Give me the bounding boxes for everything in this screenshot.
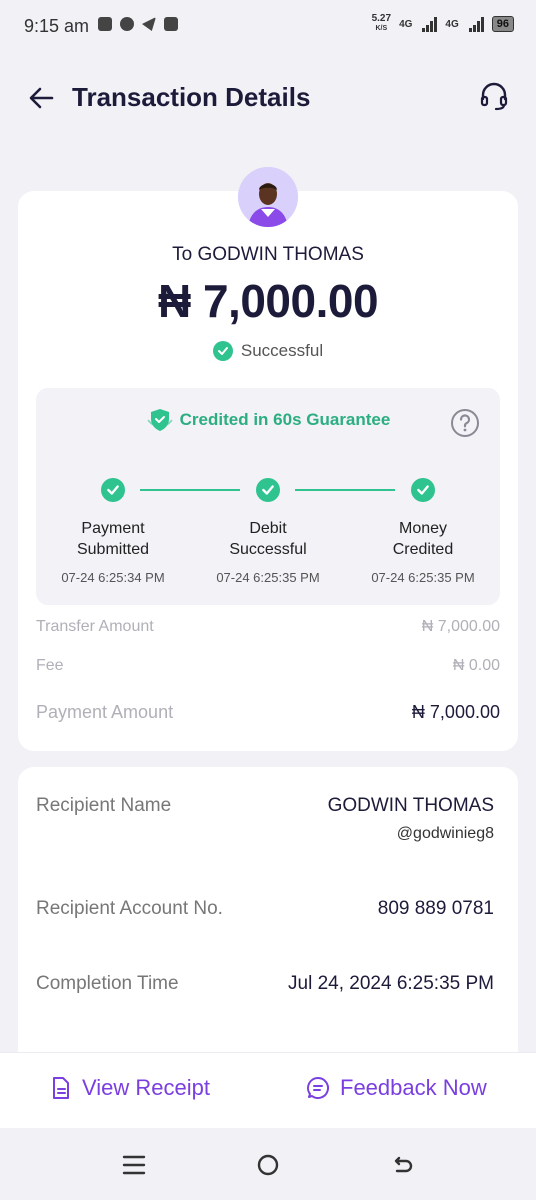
guarantee-title: Credited in 60s Guarantee bbox=[36, 408, 500, 432]
telegram-notification-icon bbox=[142, 17, 156, 31]
recipient-title: To GODWIN THOMAS bbox=[172, 244, 364, 265]
network-type-1: 4G bbox=[399, 18, 413, 30]
payment-amount-label: Payment Amount bbox=[36, 702, 174, 722]
completion-time-value: Jul 24, 2024 6:25:35 PM bbox=[288, 973, 494, 994]
signal-icon-2 bbox=[468, 16, 484, 32]
account-number-label: Recipient Account No. bbox=[36, 898, 223, 919]
chat-notification-icon bbox=[120, 17, 134, 31]
feedback-now-label: Feedback Now bbox=[340, 1075, 487, 1100]
completion-time-label: Completion Time bbox=[36, 973, 179, 994]
account-number-value: 809 889 0781 bbox=[377, 898, 494, 919]
step-3-check-icon bbox=[411, 478, 435, 502]
recipient-name-label: Recipient Name bbox=[36, 795, 172, 816]
shield-check-icon bbox=[147, 409, 173, 431]
progress-line-2 bbox=[295, 489, 395, 491]
fee-row: Fee ₦ 0.00 bbox=[36, 657, 500, 675]
signal-icon bbox=[422, 16, 438, 32]
payment-amount-value: ₦ 7,000.00 bbox=[411, 702, 500, 722]
page-title: Transaction Details bbox=[72, 82, 311, 112]
transfer-amount-row: Transfer Amount ₦ 7,000.00 bbox=[36, 618, 500, 636]
step-3-time: 07-24 6:25:35 PM bbox=[371, 570, 475, 585]
step-2-time: 07-24 6:25:35 PM bbox=[216, 570, 320, 585]
transfer-amount-label: Transfer Amount bbox=[36, 618, 154, 635]
home-circle-icon[interactable] bbox=[255, 1152, 281, 1178]
app-header: Transaction Details bbox=[0, 62, 536, 132]
help-question-icon[interactable] bbox=[450, 408, 480, 438]
step-2-check-icon bbox=[256, 478, 280, 502]
bottom-action-bar: View Receipt Feedback Now bbox=[0, 1052, 536, 1129]
status-bar: 9:15 am 5.27 K/S 4G 4G 96 bbox=[0, 0, 536, 56]
recipient-name-value: GODWIN THOMAS bbox=[327, 795, 494, 816]
receipt-icon bbox=[53, 1077, 69, 1099]
success-check-icon bbox=[212, 341, 233, 361]
view-receipt-label: View Receipt bbox=[82, 1075, 210, 1100]
back-nav-icon[interactable] bbox=[389, 1152, 415, 1178]
facebook-notification-icon bbox=[164, 17, 178, 31]
recipient-name-row: Recipient Name GODWIN THOMAS bbox=[36, 795, 494, 817]
network-type-2: 4G bbox=[445, 18, 459, 30]
menu-icon[interactable] bbox=[121, 1152, 147, 1178]
progress-line-1 bbox=[140, 489, 240, 491]
status-indicators: 5.27 K/S 4G 4G 96 bbox=[372, 14, 514, 34]
step-3-label: Money Credited bbox=[392, 520, 454, 558]
recipient-handle: @godwinieg8 bbox=[396, 825, 494, 842]
step-1-time: 07-24 6:25:34 PM bbox=[61, 570, 165, 585]
transaction-status: Successful bbox=[0, 341, 536, 361]
app-notification-icon bbox=[98, 17, 112, 31]
avatar-icon bbox=[238, 167, 298, 227]
completion-time-row: Completion Time Jul 24, 2024 6:25:35 PM bbox=[36, 973, 494, 995]
transaction-amount: ₦ 7,000.00 bbox=[157, 275, 379, 327]
feedback-chat-icon bbox=[307, 1077, 329, 1099]
network-speed: 5.27 K/S bbox=[371, 13, 392, 33]
step-1-check-icon bbox=[101, 478, 125, 502]
payment-amount-row: Payment Amount ₦ 7,000.00 bbox=[36, 702, 500, 723]
fee-value: ₦ 0.00 bbox=[452, 657, 500, 674]
account-number-row: Recipient Account No. 809 889 0781 bbox=[36, 898, 494, 920]
system-nav-bar bbox=[0, 1128, 536, 1200]
credited-guarantee-panel: Credited in 60s Guarantee Payment Submitt… bbox=[36, 388, 500, 605]
support-headset-icon[interactable] bbox=[478, 80, 510, 112]
notification-icons bbox=[98, 17, 178, 31]
guarantee-title-text: Credited in 60s Guarantee bbox=[179, 410, 391, 429]
recipient-avatar bbox=[238, 167, 298, 227]
status-time: 9:15 am bbox=[24, 16, 90, 36]
back-arrow-icon[interactable] bbox=[26, 82, 58, 114]
feedback-now-button[interactable]: Feedback Now bbox=[306, 1075, 487, 1101]
view-receipt-button[interactable]: View Receipt bbox=[50, 1075, 210, 1101]
step-1-label: Payment Submitted bbox=[76, 520, 150, 558]
fee-label: Fee bbox=[36, 657, 64, 674]
transfer-amount-value: ₦ 7,000.00 bbox=[421, 618, 500, 635]
step-2-label: Debit Successful bbox=[229, 520, 307, 558]
battery-indicator: 96 bbox=[491, 16, 514, 32]
status-text: Successful bbox=[240, 341, 324, 360]
